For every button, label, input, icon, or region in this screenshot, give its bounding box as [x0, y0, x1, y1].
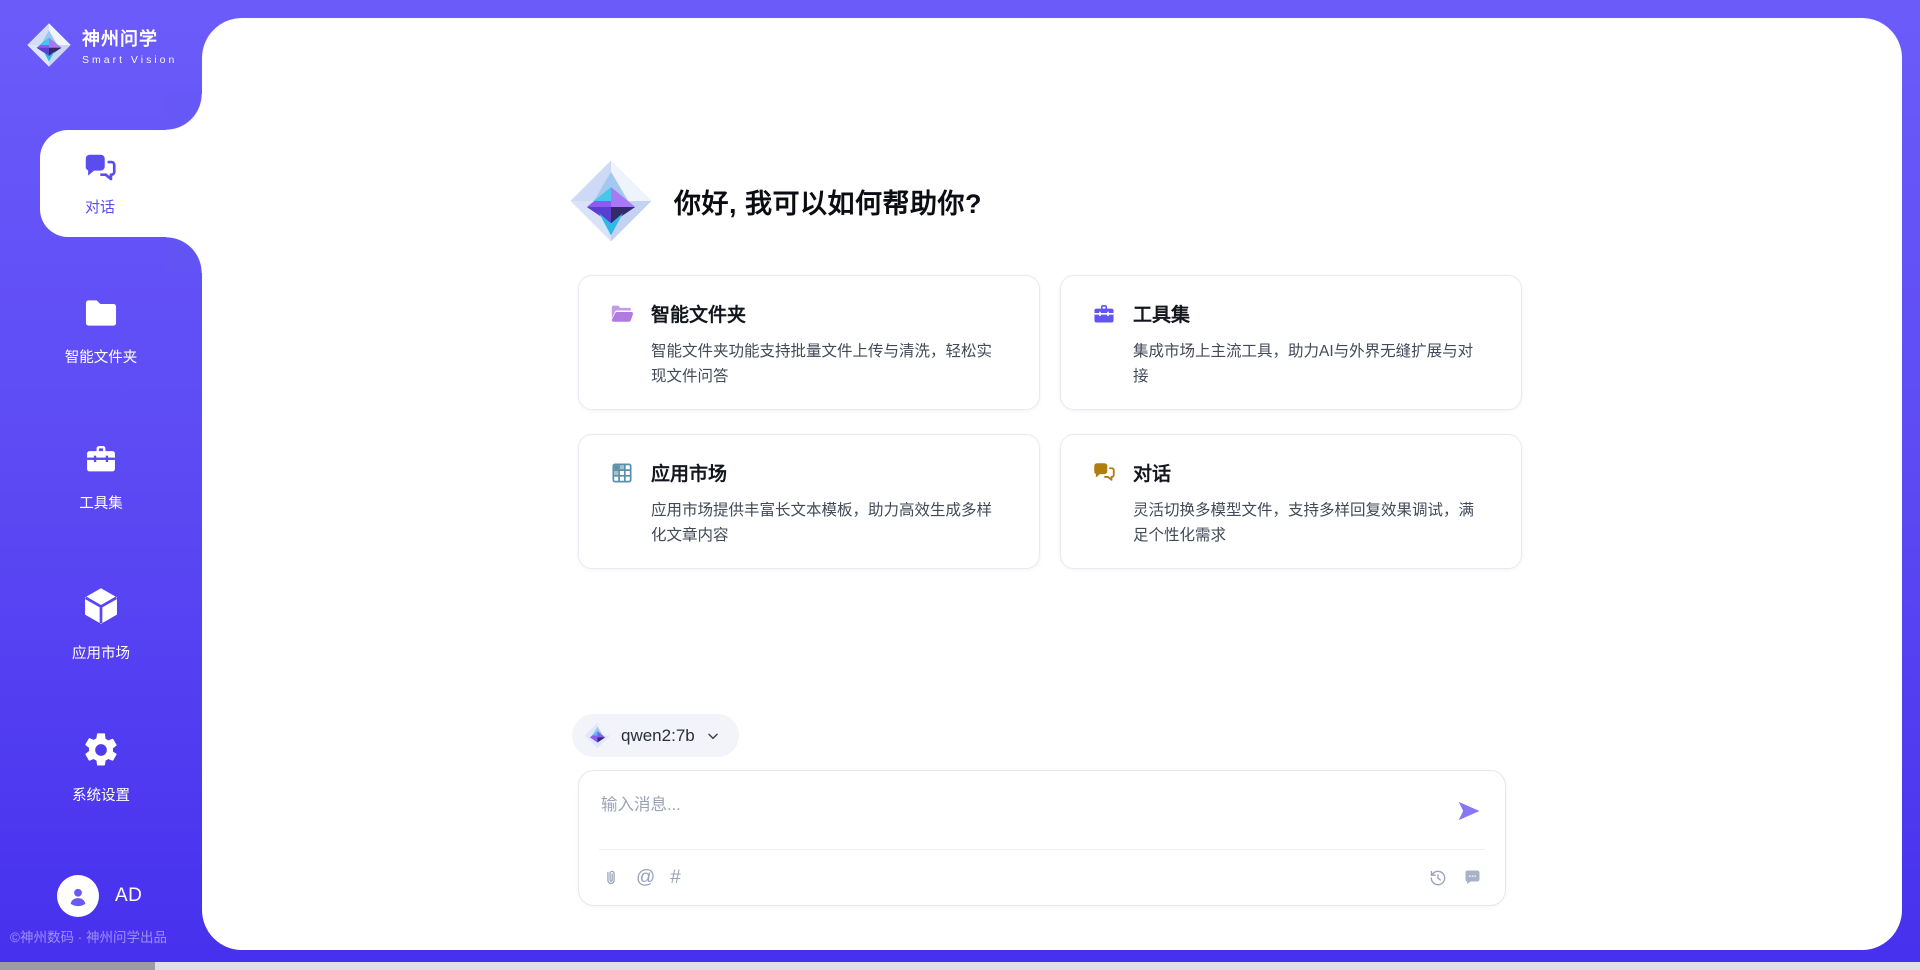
card-title: 工具集: [1133, 300, 1190, 327]
brand: 神州问学 Smart Vision: [26, 22, 177, 68]
card-toolset[interactable]: 工具集 集成市场上主流工具，助力AI与外界无缝扩展与对接: [1060, 275, 1522, 410]
card-smart-folder[interactable]: 智能文件夹 智能文件夹功能支持批量文件上传与清洗，轻松实现文件问答: [578, 275, 1040, 410]
card-title: 智能文件夹: [651, 300, 746, 327]
feedback-button[interactable]: [1462, 867, 1483, 888]
person-icon: [65, 883, 91, 909]
scrollbar-thumb[interactable]: [0, 962, 155, 970]
tab-fillet-bottom: [166, 237, 202, 273]
sidebar-item-smart-folder[interactable]: 智能文件夹: [0, 294, 202, 367]
horizontal-scrollbar: [0, 962, 1920, 970]
chat-icon: [81, 150, 119, 188]
chevron-down-icon: [705, 728, 721, 744]
sidebar-item-label: 工具集: [0, 492, 202, 513]
sidebar-item-label: 系统设置: [0, 784, 202, 805]
card-title: 对话: [1133, 459, 1171, 486]
brand-name: 神州问学: [82, 25, 177, 51]
sidebar-item-label: 智能文件夹: [0, 346, 202, 367]
cube-icon: [79, 584, 123, 628]
toolbox-icon: [1091, 301, 1117, 327]
sidebar-item-settings[interactable]: 系统设置: [0, 730, 202, 805]
avatar: [57, 875, 99, 917]
model-selector[interactable]: qwen2:7b: [572, 714, 739, 757]
mention-button[interactable]: @: [636, 868, 655, 887]
paperclip-icon: [601, 868, 621, 888]
send-button[interactable]: [1455, 797, 1483, 825]
attach-button[interactable]: [601, 868, 621, 888]
folder-icon: [80, 294, 122, 332]
composer: @ #: [578, 770, 1506, 906]
sidebar-item-toolset[interactable]: 工具集: [0, 440, 202, 513]
sidebar-item-label: 对话: [85, 196, 115, 217]
sidebar-item-label: 应用市场: [0, 642, 202, 663]
greeting-logo-icon: [568, 158, 654, 244]
brand-subtitle: Smart Vision: [82, 54, 177, 66]
main-area: 你好, 我可以如何帮助你? 智能文件夹 智能文件夹功能支持批量文件上传与清洗，轻…: [202, 18, 1902, 950]
chat-icon: [1091, 460, 1117, 486]
card-description: 应用市场提供丰富长文本模板，助力高效生成多样化文章内容: [651, 498, 999, 548]
card-title: 应用市场: [651, 459, 727, 486]
greeting: 你好, 我可以如何帮助你?: [568, 158, 982, 244]
tab-fillet-top: [166, 94, 202, 130]
at-icon: @: [636, 868, 655, 887]
card-chat[interactable]: 对话 灵活切换多模型文件，支持多样回复效果调试，满足个性化需求: [1060, 434, 1522, 569]
brand-logo-icon: [26, 22, 72, 68]
send-icon: [1455, 797, 1483, 825]
speech-bubble-icon: [1462, 867, 1483, 888]
sidebar-item-chat[interactable]: 对话: [40, 130, 210, 237]
gear-icon: [81, 730, 121, 770]
folder-open-icon: [609, 301, 635, 327]
model-logo-icon: [584, 722, 611, 749]
card-description: 灵活切换多模型文件，支持多样回复效果调试，满足个性化需求: [1133, 498, 1481, 548]
card-description: 智能文件夹功能支持批量文件上传与清洗，轻松实现文件问答: [651, 339, 999, 389]
history-icon: [1428, 868, 1448, 888]
history-button[interactable]: [1428, 868, 1448, 888]
card-description: 集成市场上主流工具，助力AI与外界无缝扩展与对接: [1133, 339, 1481, 389]
toolbox-icon: [80, 440, 122, 478]
sidebar-item-app-market[interactable]: 应用市场: [0, 584, 202, 663]
feature-cards: 智能文件夹 智能文件夹功能支持批量文件上传与清洗，轻松实现文件问答 工具集 集成…: [578, 275, 1522, 569]
model-name: qwen2:7b: [621, 726, 695, 746]
grid-icon: [609, 460, 635, 486]
user-initials: AD: [115, 885, 142, 907]
message-input[interactable]: [579, 771, 1461, 861]
sidebar-footer: ©神州数码 · 神州问学出品: [10, 926, 200, 946]
hashtag-button[interactable]: #: [670, 868, 681, 887]
user-account[interactable]: AD: [57, 875, 142, 917]
sidebar: 神州问学 Smart Vision 对话 智能文件夹 工具集: [0, 0, 202, 970]
card-app-market[interactable]: 应用市场 应用市场提供丰富长文本模板，助力高效生成多样化文章内容: [578, 434, 1040, 569]
hash-icon: #: [670, 868, 681, 887]
greeting-title: 你好, 我可以如何帮助你?: [674, 182, 982, 221]
